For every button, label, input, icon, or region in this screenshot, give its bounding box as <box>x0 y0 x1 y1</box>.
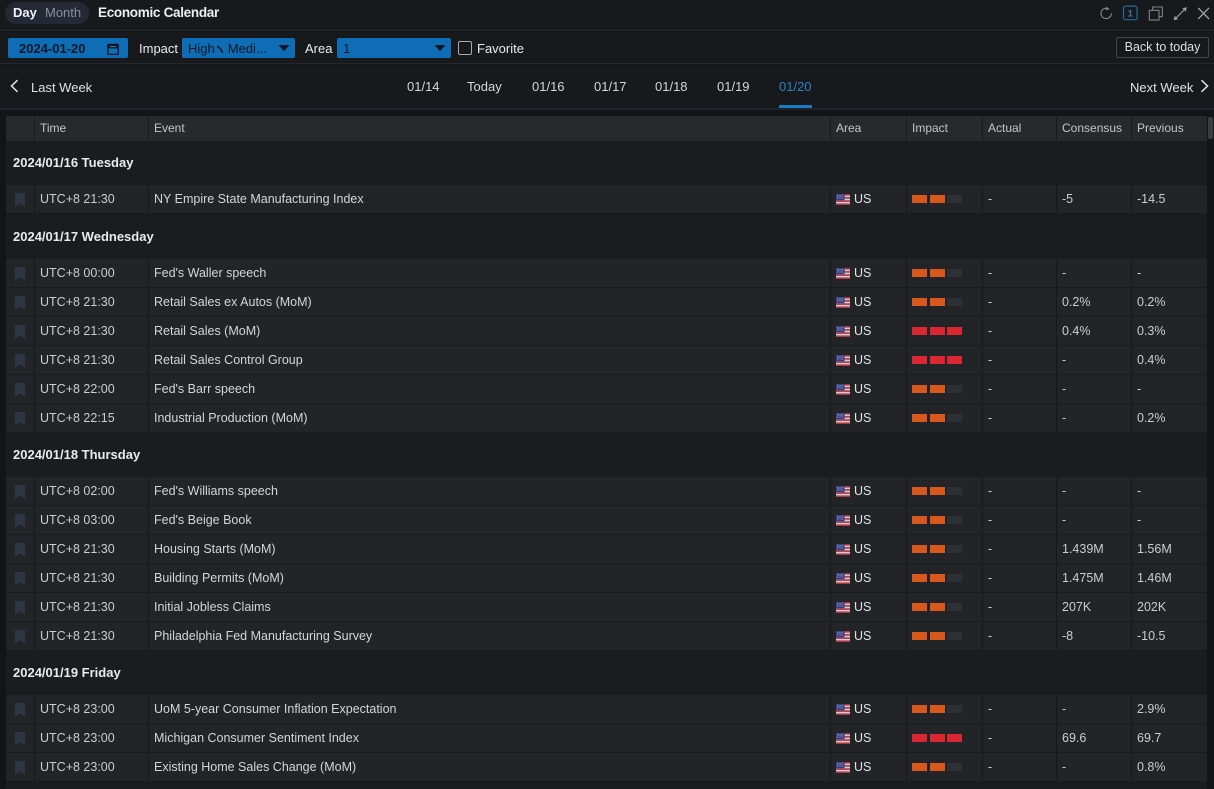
svg-text:1: 1 <box>1128 9 1134 20</box>
